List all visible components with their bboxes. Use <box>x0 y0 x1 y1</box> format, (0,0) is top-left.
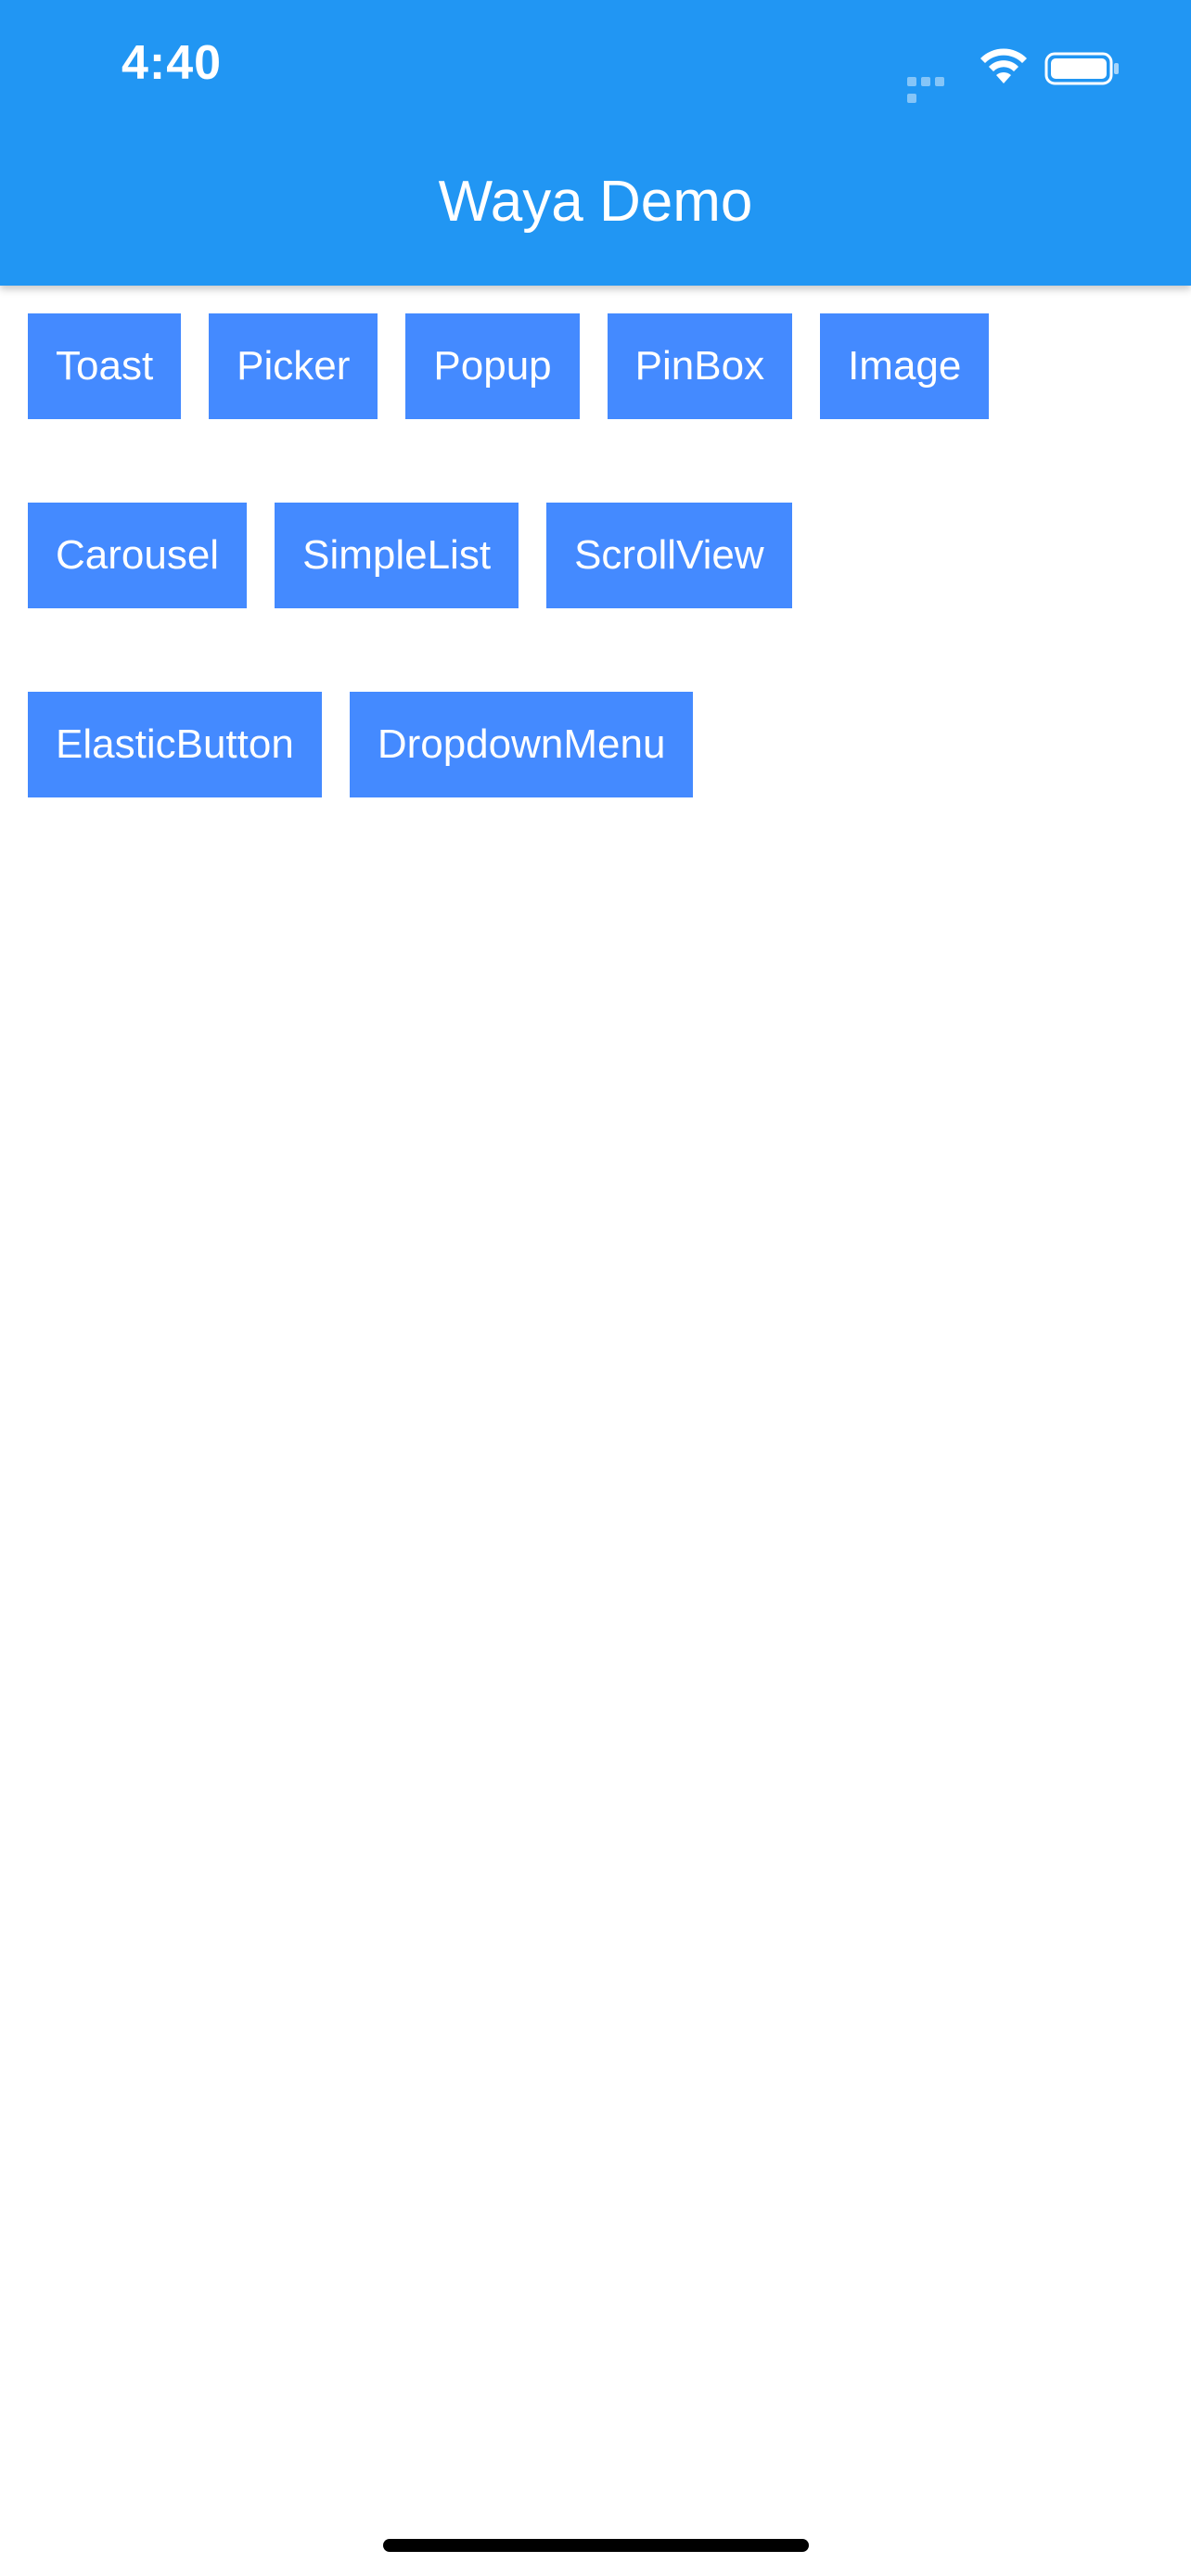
battery-icon <box>1044 52 1121 85</box>
status-time: 4:40 <box>122 36 223 90</box>
picker-button[interactable]: Picker <box>209 313 378 419</box>
cellular-signal-icon <box>907 74 961 103</box>
page-title: Waya Demo <box>438 170 753 234</box>
app-bar: 4:40 Waya Demo <box>0 0 1191 286</box>
button-row-2: Carousel SimpleList ScrollView <box>28 503 1178 608</box>
pinbox-button[interactable]: PinBox <box>607 313 793 419</box>
image-button[interactable]: Image <box>820 313 990 419</box>
carousel-button[interactable]: Carousel <box>28 503 248 608</box>
button-row-3: ElasticButton DropdownMenu <box>28 692 1178 797</box>
scrollview-button[interactable]: ScrollView <box>546 503 792 608</box>
dropdownmenu-button[interactable]: DropdownMenu <box>349 692 694 797</box>
button-row-1: Toast Picker Popup PinBox Image <box>28 313 1178 419</box>
elasticbutton-button[interactable]: ElasticButton <box>28 692 322 797</box>
demo-button-grid: Toast Picker Popup PinBox Image Carousel… <box>28 313 1178 881</box>
simplelist-button[interactable]: SimpleList <box>275 503 519 608</box>
wifi-icon <box>978 46 1030 85</box>
home-indicator[interactable] <box>383 2539 809 2552</box>
toast-button[interactable]: Toast <box>28 313 182 419</box>
screen: 4:40 Waya Demo Toast Picker Popup PinBox… <box>0 0 1191 2576</box>
popup-button[interactable]: Popup <box>405 313 580 419</box>
